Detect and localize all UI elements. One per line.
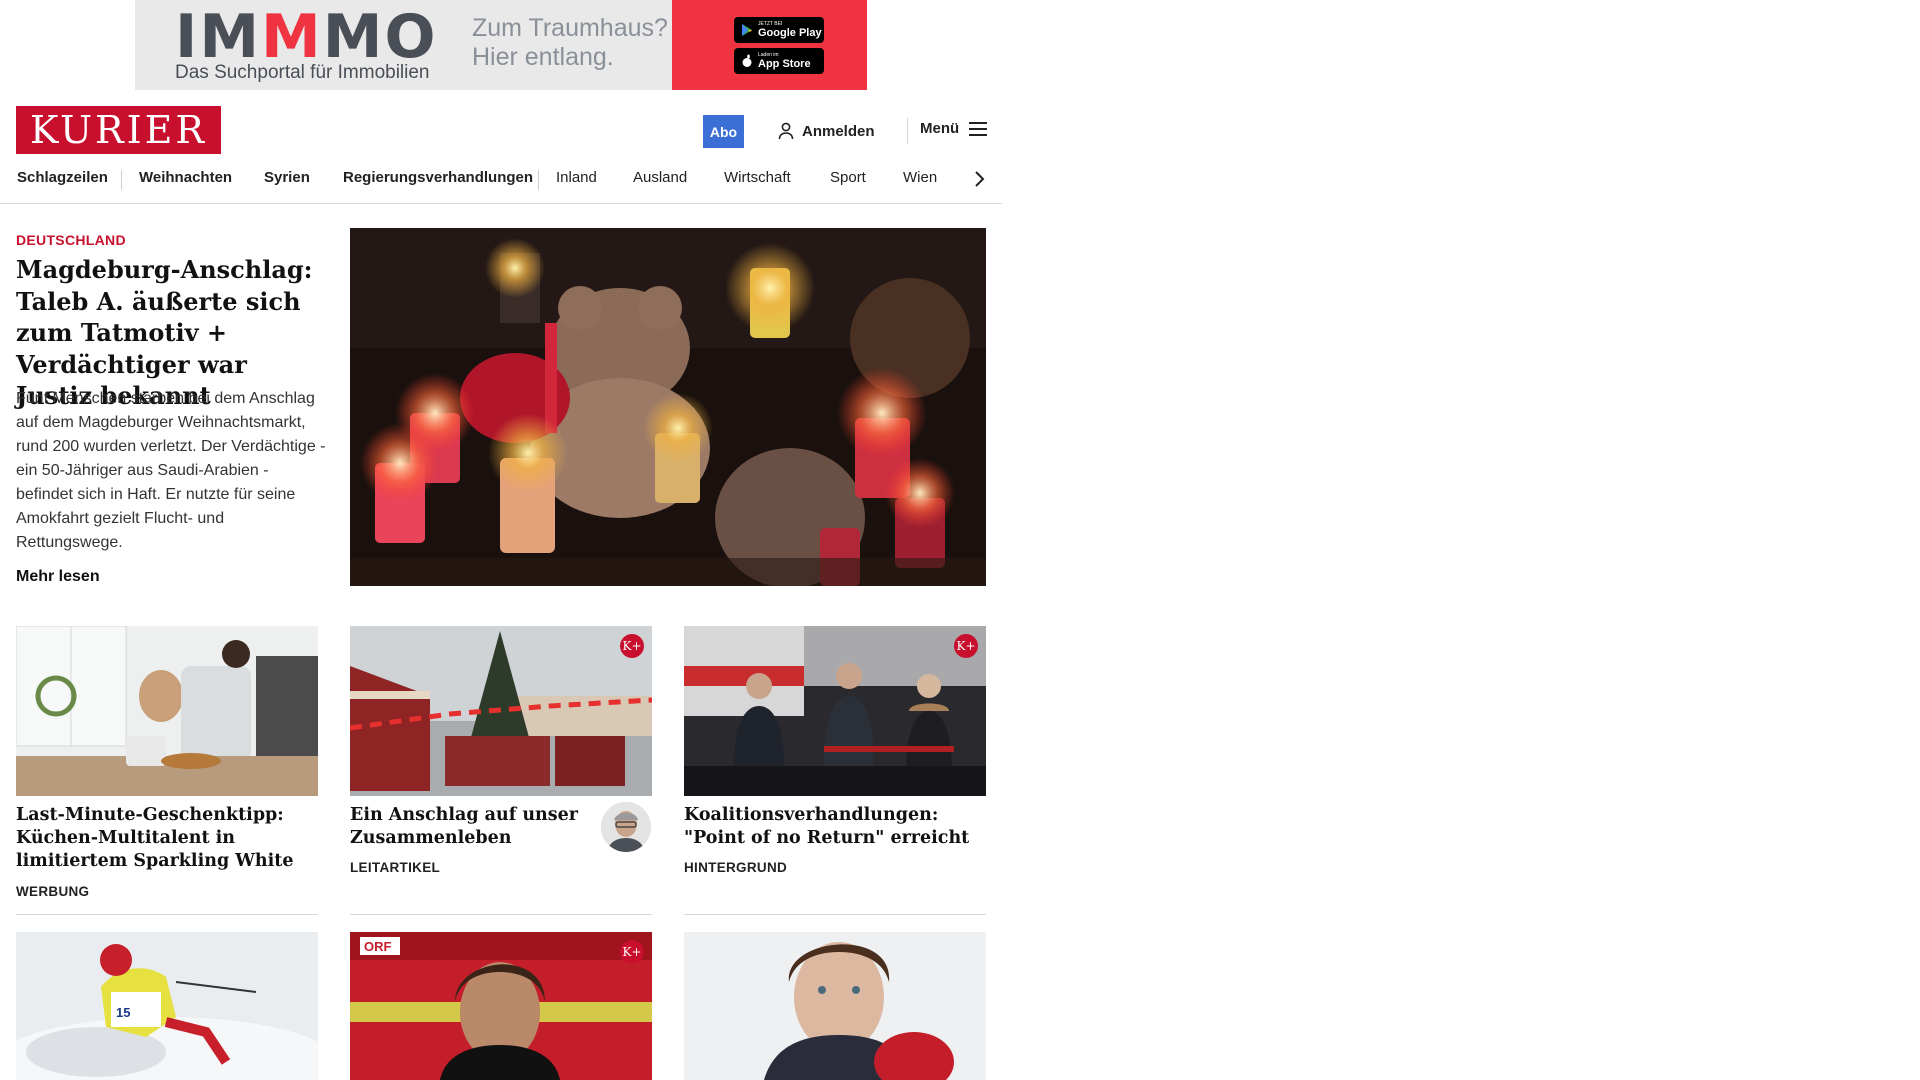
google-play-badge[interactable]: JETZT BEI Google Play [734, 17, 824, 43]
chevron-right-icon[interactable] [968, 168, 990, 190]
card-image[interactable]: 15 [16, 932, 318, 1080]
abo-button[interactable]: Abo [703, 115, 744, 148]
nav-item-weihnachten[interactable]: Weihnachten [139, 166, 232, 204]
kplus-badge: K+ [954, 634, 978, 658]
nav-item-inland[interactable]: Inland [556, 166, 597, 204]
card-headline[interactable]: Ein Anschlag auf unser Zusammenleben [350, 804, 590, 850]
ad-tagline: Das Suchportal für Immobilien [175, 62, 430, 83]
nav-item-ausland[interactable]: Ausland [633, 166, 687, 204]
ad-store-panel: JETZT BEI Google Play Laden im App Store [672, 0, 867, 90]
card-divider [16, 914, 318, 915]
card-headline[interactable]: Koalitionsverhandlungen: "Point of no Re… [684, 804, 986, 850]
nav-item-regierungsverhandlungen[interactable]: Regierungsverhandlungen [343, 166, 533, 204]
nav-item-sport[interactable]: Sport [830, 166, 866, 204]
candles-teddy-photo [350, 228, 986, 586]
section-nav: Schlagzeilen Weihnachten Syrien Regierun… [0, 166, 1002, 204]
interview-photo: ORF [350, 932, 652, 1080]
card-tag: HINTERGRUND [684, 860, 788, 875]
nav-item-wirtschaft[interactable]: Wirtschaft [724, 166, 791, 204]
ad-claim: Zum Traumhaus? Hier entlang. [472, 14, 668, 71]
portrait-photo [684, 932, 986, 1080]
card-image[interactable]: K+ [350, 626, 652, 796]
menu-button[interactable]: Menü [920, 120, 988, 137]
app-store-badge[interactable]: Laden im App Store [734, 48, 824, 74]
kitchen-photo [16, 626, 318, 796]
ad-banner[interactable]: IMMMO Das Suchportal für Immobilien Zum … [135, 0, 867, 90]
card-image[interactable]: ORF K+ [350, 932, 652, 1080]
login-button[interactable]: Anmelden [778, 120, 875, 142]
nav-divider [538, 170, 539, 190]
menu-label: Menü [920, 120, 960, 137]
author-portrait [601, 802, 651, 852]
nav-divider [121, 170, 122, 190]
page: IMMMO Das Suchportal für Immobilien Zum … [0, 0, 1920, 1080]
lead-image[interactable] [350, 228, 986, 586]
card-headline[interactable]: Last-Minute-Geschenktipp: Kü­chen-Multit… [16, 804, 318, 873]
card-tag: LEITARTIKEL [350, 860, 441, 875]
card-image[interactable]: K+ [684, 626, 986, 796]
nav-item-syrien[interactable]: Syrien [264, 166, 310, 204]
svg-text:ORF: ORF [364, 939, 392, 954]
christmas-market-photo [350, 626, 652, 796]
svg-text:15: 15 [116, 1005, 130, 1020]
kurier-logo[interactable]: KURIER [16, 106, 221, 154]
ad-content: IMMMO Das Suchportal für Immobilien Zum … [135, 0, 672, 90]
hamburger-icon [969, 121, 988, 136]
press-conference-photo [684, 626, 986, 796]
read-more-link[interactable]: Mehr lesen [16, 568, 100, 586]
card-image[interactable] [16, 626, 318, 796]
apple-icon [742, 54, 752, 67]
kplus-badge: K+ [620, 940, 644, 964]
card-divider [350, 914, 652, 915]
author-avatar [601, 802, 651, 852]
card-divider [684, 914, 986, 915]
login-label: Anmelden [802, 122, 875, 140]
ski-racer-photo: 15 [16, 932, 318, 1080]
card-tag: WERBUNG [16, 884, 90, 899]
card-image[interactable] [684, 932, 986, 1080]
nav-item-schlagzeilen[interactable]: Schlagzeilen [17, 166, 108, 204]
lead-teaser: Fünf Menschen starben bei dem Anschlag a… [16, 390, 326, 551]
kplus-badge: K+ [620, 634, 644, 658]
user-icon [778, 122, 794, 140]
google-play-icon [742, 24, 752, 36]
nav-item-wien[interactable]: Wien [903, 166, 937, 204]
lead-kicker[interactable]: DEUTSCHLAND [16, 232, 126, 248]
header-divider [907, 118, 908, 144]
